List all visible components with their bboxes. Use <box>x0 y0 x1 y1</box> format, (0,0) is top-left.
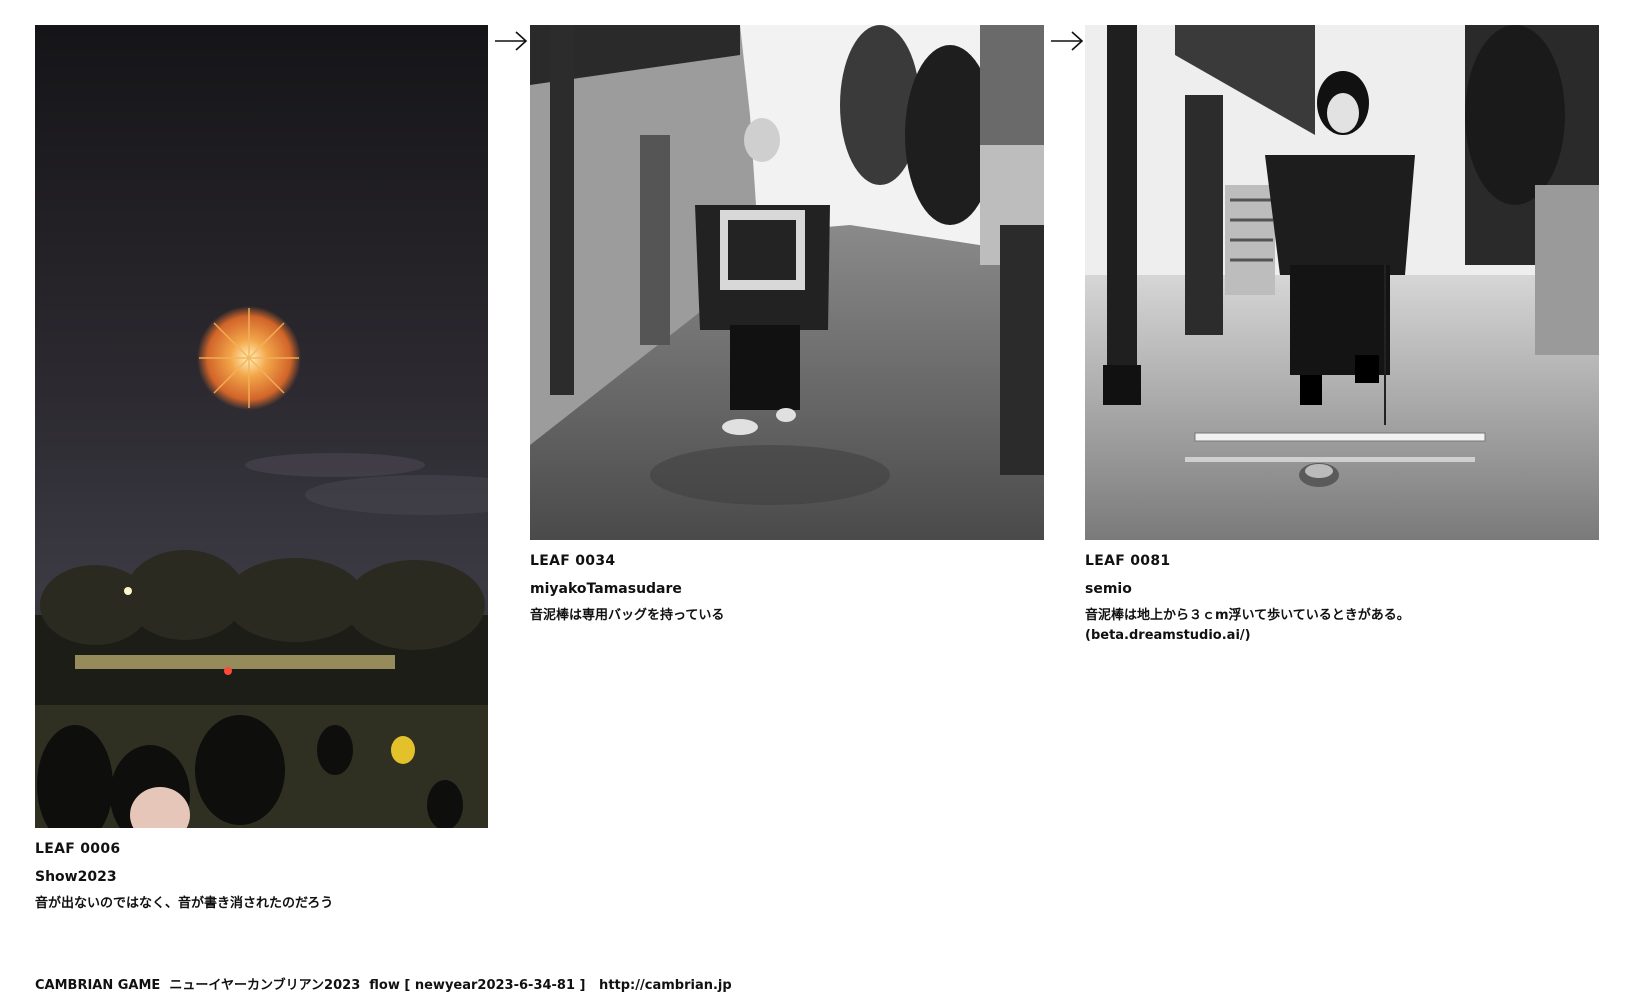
leaf-caption: 音が出ないのではなく、音が書き消されたのだろう <box>35 894 488 914</box>
leaf-card: LEAF 0081 semio 音泥棒は地上から３ｃm浮いて歩いているときがある… <box>1085 25 1599 646</box>
leaf-author[interactable]: Show2023 <box>35 868 488 886</box>
leaf-card: LEAF 0034 miyakoTamasudare 音泥棒は専用バッグを持って… <box>530 25 1044 626</box>
leaf-id: LEAF 0081 <box>1085 553 1171 569</box>
leaf-caption: 音泥棒は地上から３ｃm浮いて歩いているときがある。 (beta.dreamstu… <box>1085 606 1599 646</box>
leaf-photo-street-bag[interactable] <box>530 25 1044 540</box>
leaf-photo-floating-walker[interactable] <box>1085 25 1599 540</box>
leaf-author[interactable]: miyakoTamasudare <box>530 580 1044 598</box>
caption-line: 音泥棒は専用バッグを持っている <box>530 608 725 623</box>
leaf-card: LEAF 0006 Show2023 音が出ないのではなく、音が書き消されたのだ… <box>35 25 488 914</box>
arrow-right-icon <box>495 31 528 51</box>
caption-line: 音が出ないのではなく、音が書き消されたのだろう <box>35 896 334 911</box>
caption-line-link[interactable]: (beta.dreamstudio.ai/) <box>1085 626 1599 646</box>
footer-credit: CAMBRIAN GAME ニューイヤーカンブリアン2023 flow [ ne… <box>35 978 732 993</box>
caption-line: 音泥棒は地上から３ｃm浮いて歩いているときがある。 <box>1085 608 1410 623</box>
floating-walker-photo <box>1085 25 1599 540</box>
leaf-author[interactable]: semio <box>1085 580 1599 598</box>
leaf-id: LEAF 0006 <box>35 841 121 857</box>
fireworks-night-photo <box>35 25 488 828</box>
leaf-photo-fireworks[interactable] <box>35 25 488 828</box>
leaf-id: LEAF 0034 <box>530 553 616 569</box>
leaf-caption: 音泥棒は専用バッグを持っている <box>530 606 1044 626</box>
arrow-right-icon <box>1051 31 1084 51</box>
street-bag-photo <box>530 25 1044 540</box>
